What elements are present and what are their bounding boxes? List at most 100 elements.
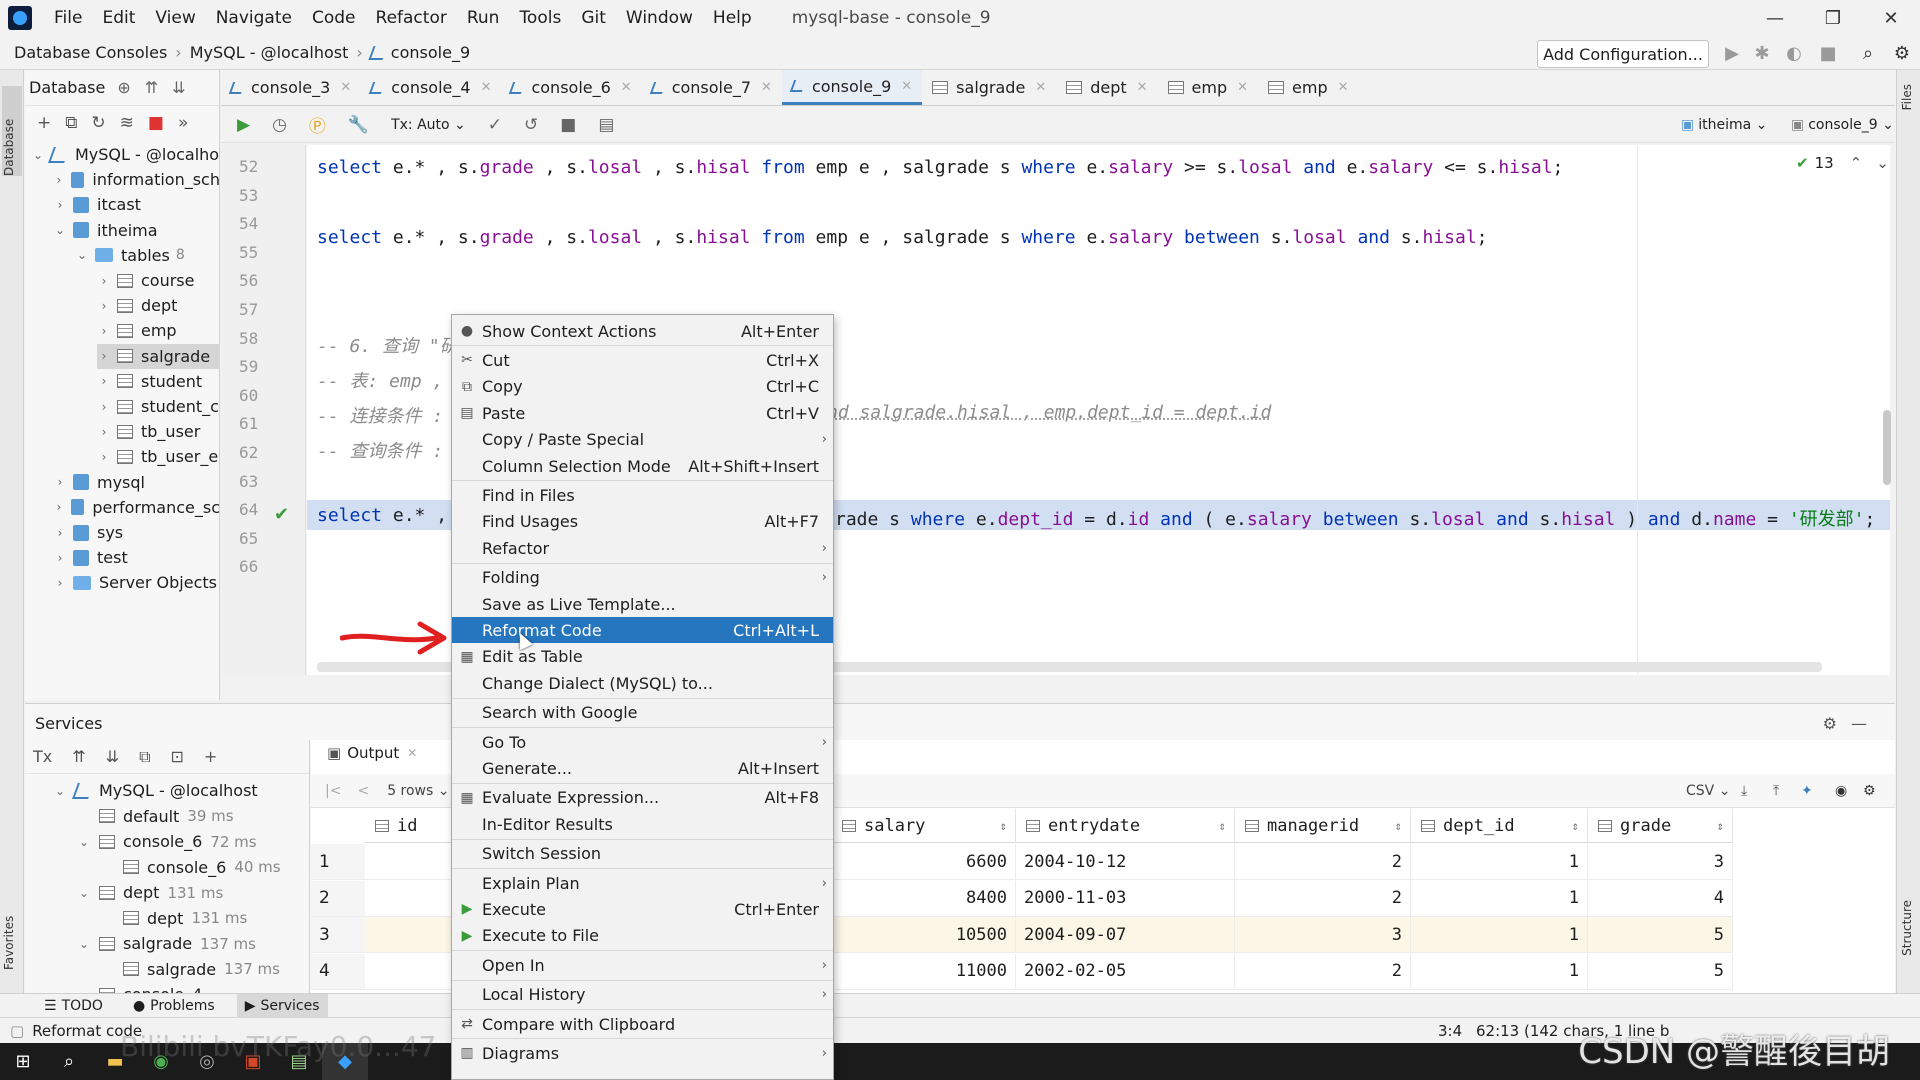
table-cell[interactable]: 2 — [1235, 880, 1411, 917]
chevron-right-icon[interactable]: › — [97, 324, 111, 338]
hide-panel-icon[interactable]: — — [1851, 714, 1867, 733]
table-cell[interactable]: 1 — [1411, 880, 1588, 917]
debug-icon[interactable]: ✱ — [1752, 44, 1772, 64]
favorites-tool-tab[interactable]: Favorites — [2, 890, 22, 970]
tree-node-folder[interactable]: ⌄ tables 8 — [75, 243, 220, 268]
menu-edit[interactable]: Edit — [92, 8, 145, 28]
menu-view[interactable]: View — [145, 8, 205, 28]
chevron-down-icon[interactable]: ⌄ — [55, 784, 69, 798]
menu-item-local-history[interactable]: Local History › — [452, 982, 833, 1008]
close-icon[interactable]: ✕ — [1237, 80, 1248, 95]
chevron-down-icon[interactable]: ⌄ — [79, 835, 93, 849]
tab-console-3[interactable]: console_3 ✕ — [221, 70, 361, 105]
tab-console-6[interactable]: console_6 ✕ — [501, 70, 641, 105]
service-node[interactable]: ⌄ salgrade 137 ms — [79, 931, 256, 956]
first-page-icon[interactable]: |< — [325, 783, 341, 799]
menu-item-explain-plan[interactable]: Explain Plan › — [452, 870, 833, 896]
menu-item-execute[interactable]: ▶ Execute Ctrl+Enter — [452, 896, 833, 922]
menu-navigate[interactable]: Navigate — [206, 8, 302, 28]
run-config-icon[interactable]: ▶ — [1722, 44, 1742, 64]
menu-window[interactable]: Window — [616, 8, 703, 28]
table-cell[interactable]: 6600 — [832, 844, 1016, 880]
tab-console-9[interactable]: console_9 ✕ — [781, 70, 923, 105]
services-settings-gear-icon[interactable]: ⚙ — [1823, 714, 1837, 733]
history-icon[interactable]: ◷ — [272, 115, 287, 135]
sort-icon[interactable]: ⇕ — [1717, 819, 1724, 833]
wrench-icon[interactable]: 🔧 — [348, 115, 369, 135]
table-cell[interactable]: 8400 — [832, 880, 1016, 917]
column-header-grade[interactable]: grade ⇕ — [1588, 809, 1733, 843]
collapse-all-icon[interactable]: ⇊ — [106, 747, 119, 766]
tree-node-db[interactable]: ⌄ itheima — [53, 218, 220, 243]
menu-item-open-in[interactable]: Open In › — [452, 952, 833, 978]
chevron-up-icon[interactable]: ⌃ — [1850, 154, 1863, 172]
execute-icon[interactable]: ▶ — [237, 115, 250, 135]
search-everywhere-icon[interactable]: ⌕ — [1858, 44, 1878, 64]
tab-salgrade[interactable]: salgrade ✕ — [922, 70, 1056, 105]
panel-header-icons[interactable]: ⊕⇈⇊ — [117, 78, 199, 97]
service-node[interactable]: default 39 ms — [79, 804, 234, 829]
transaction-mode-select[interactable]: Tx: Auto ⌄ — [391, 117, 466, 133]
menu-git[interactable]: Git — [571, 8, 616, 28]
chevron-right-icon[interactable]: › — [97, 299, 111, 313]
menu-tools[interactable]: Tools — [509, 8, 571, 28]
inspection-widget[interactable]: ✔ 13 ⌃ ⌄ — [1796, 154, 1889, 172]
menu-item-evaluate-expression[interactable]: ▦ Evaluate Expression... Alt+F8 — [452, 785, 833, 811]
close-icon[interactable]: ✕ — [481, 80, 492, 95]
chevron-right-icon[interactable]: › — [53, 526, 67, 540]
chevron-down-icon[interactable]: ⌄ — [1876, 154, 1889, 172]
menu-item-switch-session[interactable]: Switch Session — [452, 841, 833, 867]
menu-item-find-in-files[interactable]: Find in Files — [452, 482, 833, 508]
column-header-managerid[interactable]: managerid ⇕ — [1235, 809, 1411, 843]
close-icon[interactable]: ✕ — [901, 79, 912, 94]
column-header-salary[interactable]: salary ⇕ — [832, 809, 1016, 843]
export-icon[interactable]: ⤓ — [1741, 783, 1747, 799]
view-icon[interactable]: ◉ — [1835, 783, 1847, 799]
menu-item-refactor[interactable]: Refactor › — [452, 535, 833, 561]
schema-icon[interactable]: ≋ — [120, 113, 134, 133]
output-grid-icon[interactable]: ▤ — [598, 115, 614, 135]
rollback-icon[interactable]: ↺ — [524, 115, 538, 135]
menu-item-copy-paste-special[interactable]: Copy / Paste Special › — [452, 427, 833, 453]
chevron-right-icon[interactable]: › — [97, 400, 111, 414]
more-icon[interactable]: » — [178, 113, 188, 133]
close-icon[interactable]: ✕ — [1338, 80, 1349, 95]
breadcrumb-item-console[interactable]: console_9 — [391, 43, 470, 62]
coverage-icon[interactable]: ◐ — [1784, 44, 1804, 64]
menu-item-go-to[interactable]: Go To › — [452, 729, 833, 755]
menu-file[interactable]: File — [44, 8, 92, 28]
service-node[interactable]: ⌄ console_6 72 ms — [79, 829, 257, 854]
chevron-right-icon[interactable]: › — [53, 198, 67, 212]
chevron-down-icon[interactable]: ⌄ — [79, 937, 93, 951]
menu-item-search-with-google[interactable]: Search with Google — [452, 700, 833, 726]
table-cell[interactable]: 2004-10-12 — [1016, 844, 1235, 880]
import-icon[interactable]: ⤒ — [1773, 783, 1779, 799]
sort-icon[interactable]: ⇕ — [1000, 819, 1007, 833]
chevron-down-icon[interactable]: ⌄ — [31, 148, 45, 162]
previous-page-icon[interactable]: < — [357, 783, 369, 799]
table-cell[interactable]: 2004-09-07 — [1016, 917, 1235, 953]
table-cell[interactable]: 3 — [1235, 917, 1411, 953]
table-cell[interactable]: 1 — [1411, 844, 1588, 880]
add-service-icon[interactable]: + — [204, 747, 217, 766]
menu-run[interactable]: Run — [457, 8, 510, 28]
tab-console-4[interactable]: console_4 ✕ — [361, 70, 501, 105]
tree-node-table[interactable]: › emp — [97, 318, 220, 343]
table-cell[interactable]: 10500 — [832, 917, 1016, 953]
tree-node-db[interactable]: › test — [53, 545, 220, 570]
problems-tab[interactable]: ● Problems — [125, 994, 223, 1018]
taskbar-search-icon[interactable]: ⌕ — [46, 1043, 92, 1080]
tab-emp[interactable]: emp ✕ — [1158, 70, 1259, 105]
chevron-down-icon[interactable]: ⌄ — [79, 886, 93, 900]
session-selector[interactable]: ▣ console_9 ⌄ — [1791, 117, 1894, 133]
column-header-entrydate[interactable]: entrydate ⇕ — [1016, 809, 1235, 843]
schema-selector[interactable]: ▣ itheima ⌄ — [1681, 117, 1767, 133]
menu-item-change-dialect-mysql-to[interactable]: Change Dialect (MySQL) to... — [452, 670, 833, 696]
menu-item-find-usages[interactable]: Find Usages Alt+F7 — [452, 509, 833, 535]
menu-refactor[interactable]: Refactor — [366, 8, 457, 28]
tree-node-table[interactable]: › tb_user — [97, 419, 220, 444]
tree-node-db[interactable]: › information_sch — [53, 167, 220, 192]
tree-node-table[interactable]: › student — [97, 369, 220, 394]
pin-icon[interactable]: ✦ — [1801, 783, 1813, 799]
tree-node-table[interactable]: › dept — [97, 293, 220, 318]
